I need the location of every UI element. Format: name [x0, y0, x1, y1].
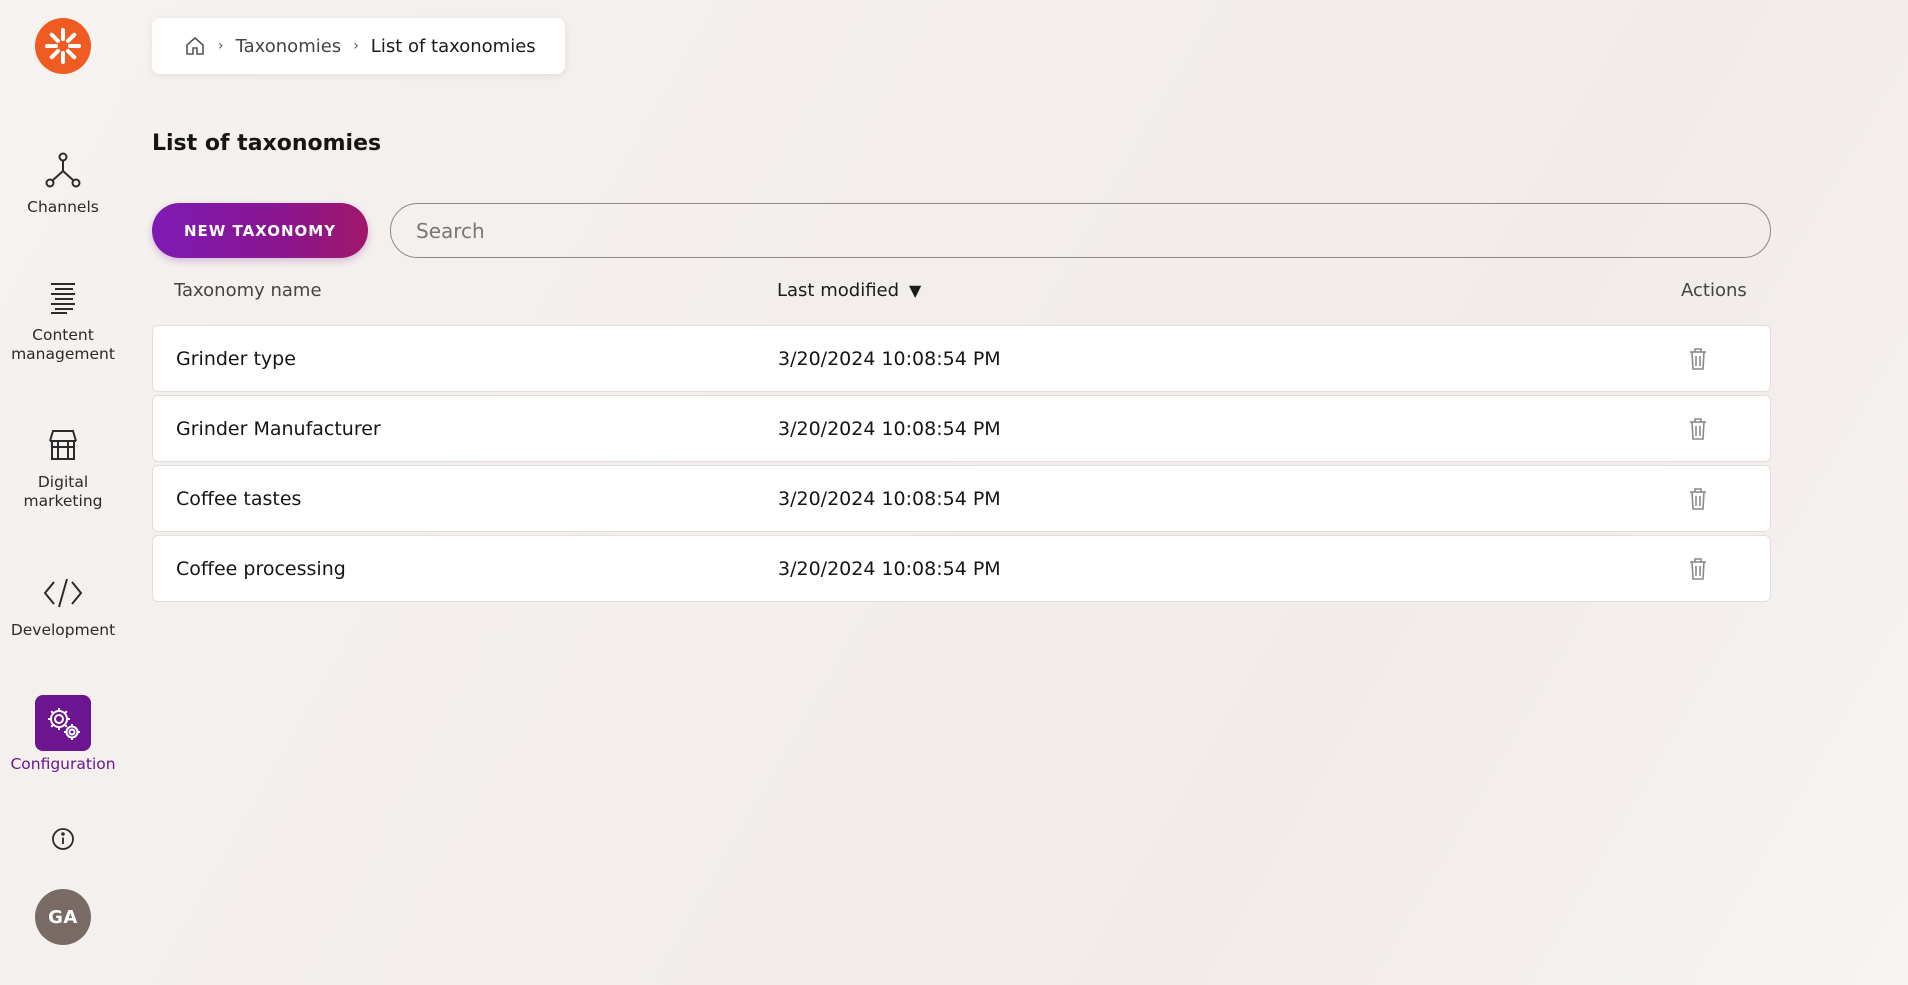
sidebar-item-label: Digital marketing [23, 473, 103, 510]
sidebar-item-label: Configuration [10, 755, 116, 773]
sidebar-item-digital-marketing[interactable]: Digital marketing [0, 423, 126, 511]
table-row[interactable]: Grinder Manufacturer 3/20/2024 10:08:54 … [152, 395, 1771, 462]
info-button[interactable] [50, 826, 76, 852]
delete-button[interactable] [1683, 414, 1713, 444]
sidebar-item-content-management[interactable]: Content management [0, 276, 126, 364]
taxonomy-name-cell: Grinder Manufacturer [176, 417, 381, 440]
sidebar-item-label: Development [10, 621, 116, 639]
column-header-label: Last modified [777, 280, 900, 301]
table-row[interactable]: Grinder type 3/20/2024 10:08:54 PM [152, 325, 1771, 392]
breadcrumb-separator: › [353, 38, 359, 54]
column-header-last-modified[interactable]: Last modified ▼ [777, 280, 921, 301]
sidebar-item-label: Channels [27, 198, 99, 216]
last-modified-cell: 3/20/2024 10:08:54 PM [778, 487, 1001, 510]
trash-icon [1690, 417, 1706, 440]
trash-icon [1690, 557, 1706, 580]
avatar[interactable]: GA [35, 889, 91, 945]
breadcrumb-taxonomies[interactable]: Taxonomies [236, 36, 342, 57]
code-icon [41, 571, 85, 615]
channels-icon [41, 148, 85, 192]
page-title: List of taxonomies [152, 131, 382, 156]
sort-descending-icon: ▼ [909, 281, 922, 300]
delete-button[interactable] [1683, 344, 1713, 374]
column-header-name: Taxonomy name [174, 280, 322, 301]
table-row[interactable]: Coffee tastes 3/20/2024 10:08:54 PM [152, 465, 1771, 532]
storefront-icon [41, 423, 85, 467]
search-input[interactable] [390, 203, 1771, 258]
trash-icon [1690, 347, 1706, 370]
gears-icon [35, 695, 91, 751]
breadcrumb-separator: › [218, 38, 224, 54]
last-modified-cell: 3/20/2024 10:08:54 PM [778, 417, 1001, 440]
kentico-logo[interactable] [35, 18, 91, 74]
trash-icon [1690, 487, 1706, 510]
taxonomy-name-cell: Coffee tastes [176, 487, 302, 510]
sidebar-item-channels[interactable]: Channels [0, 148, 126, 217]
breadcrumb-current: List of taxonomies [370, 35, 536, 57]
breadcrumb-home[interactable] [184, 35, 206, 57]
content-management-icon [41, 276, 85, 320]
taxonomy-name-cell: Coffee processing [176, 557, 346, 580]
table-row[interactable]: Coffee processing 3/20/2024 10:08:54 PM [152, 535, 1771, 602]
new-taxonomy-button[interactable]: NEW TAXONOMY [152, 203, 368, 258]
home-icon [186, 36, 204, 55]
sidebar: Channels Content management Digital mark… [0, 0, 126, 985]
delete-button[interactable] [1683, 554, 1713, 584]
delete-button[interactable] [1683, 484, 1713, 514]
info-icon [52, 828, 74, 850]
column-header-actions: Actions [1681, 280, 1747, 301]
asterisk-logo-icon [45, 28, 81, 64]
last-modified-cell: 3/20/2024 10:08:54 PM [778, 557, 1001, 580]
sidebar-item-development[interactable]: Development [0, 571, 126, 640]
last-modified-cell: 3/20/2024 10:08:54 PM [778, 347, 1001, 370]
sidebar-item-label: Content management [11, 326, 115, 363]
taxonomy-name-cell: Grinder type [176, 347, 296, 370]
breadcrumb: › Taxonomies › List of taxonomies [152, 18, 565, 74]
sidebar-item-configuration[interactable]: Configuration [0, 695, 126, 774]
